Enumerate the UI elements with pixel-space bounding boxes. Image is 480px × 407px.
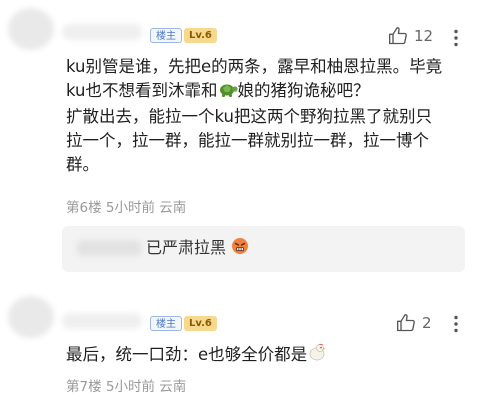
chicken-emoji (307, 342, 327, 369)
more-options-button[interactable] (452, 315, 460, 336)
comment-text-line-2: ku也不想看到沐霏和 娘的猪狗诡秘吧？ (66, 79, 442, 105)
turtle-emoji (218, 80, 238, 105)
like-count: 2 (422, 314, 432, 332)
username-blurred[interactable] (62, 313, 142, 329)
host-badge: 楼主 (150, 316, 182, 331)
comment-text-line-5: 群。 (66, 155, 99, 174)
more-vertical-icon (454, 315, 458, 333)
comment-text-line-3: 扩散出去，能拉一个ku把这两个野狗拉黑了就别只 (66, 107, 433, 126)
comment-text-line-4: 拉一个，拉一群，能拉一群就别拉一群，拉一博个 (66, 131, 429, 150)
thumbs-up-icon (397, 314, 415, 332)
reply-text-content: 已严肃拉黑 (146, 238, 227, 257)
comment-text-content: 最后，统一口劲：e也够全价都是 (66, 345, 308, 364)
comment-text: 最后，统一口劲：e也够全价都是 (66, 342, 327, 369)
avatar-blurred[interactable] (8, 296, 54, 338)
thumbs-up-icon (389, 27, 407, 45)
level-badge: Lv.6 (184, 28, 217, 43)
username-blurred[interactable] (62, 24, 142, 40)
comment-meta: 第6楼 5小时前 云南 (66, 200, 187, 216)
reply-preview[interactable]: 已严肃拉黑 (62, 226, 465, 272)
reply-text: 已严肃拉黑 (146, 234, 249, 264)
comment-text-line-1: ku别管是谁，先把e的两条，露早和柚恩拉黑。毕竟 (66, 57, 443, 76)
avatar-blurred[interactable] (8, 8, 54, 50)
level-badge: Lv.6 (184, 316, 217, 331)
comment-text: ku别管是谁，先把e的两条，露早和柚恩拉黑。毕竟 ku也不想看到沐霏和 娘的猪狗… (66, 55, 442, 177)
angry-face-emoji (231, 236, 249, 264)
comment-text-line-2a: ku也不想看到沐霏和 (66, 81, 218, 100)
like-button[interactable]: 12 (388, 26, 433, 46)
comment-text-line-2b: 娘的猪狗诡秘吧？ (237, 81, 370, 100)
more-options-button[interactable] (452, 29, 460, 50)
host-badge: 楼主 (150, 28, 182, 43)
like-count: 12 (414, 27, 434, 45)
comment-meta: 第7楼 5小时前 云南 (66, 379, 187, 395)
reply-username-blurred[interactable] (76, 240, 142, 256)
more-vertical-icon (454, 29, 458, 47)
like-button[interactable]: 2 (396, 313, 432, 333)
